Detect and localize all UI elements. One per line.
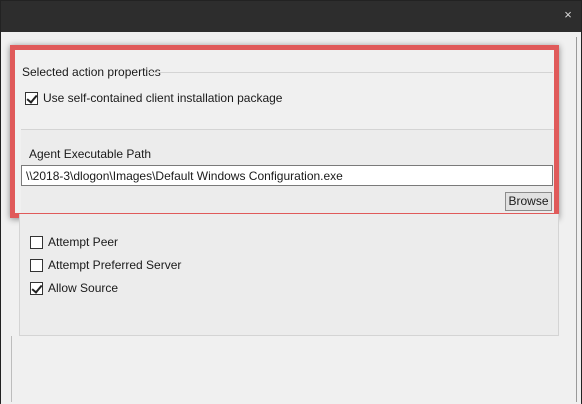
allow-source-label: Allow Source: [48, 281, 119, 295]
title-bar: ×: [1, 1, 581, 32]
attempt-peer-label: Attempt Peer: [48, 235, 119, 249]
attempt-preferred-server-row[interactable]: Attempt Preferred Server: [30, 258, 181, 272]
allow-source-checkbox[interactable]: [30, 281, 43, 295]
close-icon[interactable]: ×: [561, 8, 575, 22]
highlight-annotation: [10, 45, 559, 218]
attempt-peer-checkbox[interactable]: [30, 235, 43, 249]
dialog-window: × Selected action properties Use self-co…: [0, 0, 582, 404]
attempt-peer-row[interactable]: Attempt Peer: [30, 235, 118, 249]
scrollbar-track[interactable]: [576, 37, 577, 402]
allow-source-row[interactable]: Allow Source: [30, 281, 118, 295]
left-divider: [11, 336, 12, 402]
attempt-preferred-server-label: Attempt Preferred Server: [48, 258, 182, 272]
options-panel: [19, 214, 559, 336]
attempt-preferred-server-checkbox[interactable]: [30, 258, 43, 272]
